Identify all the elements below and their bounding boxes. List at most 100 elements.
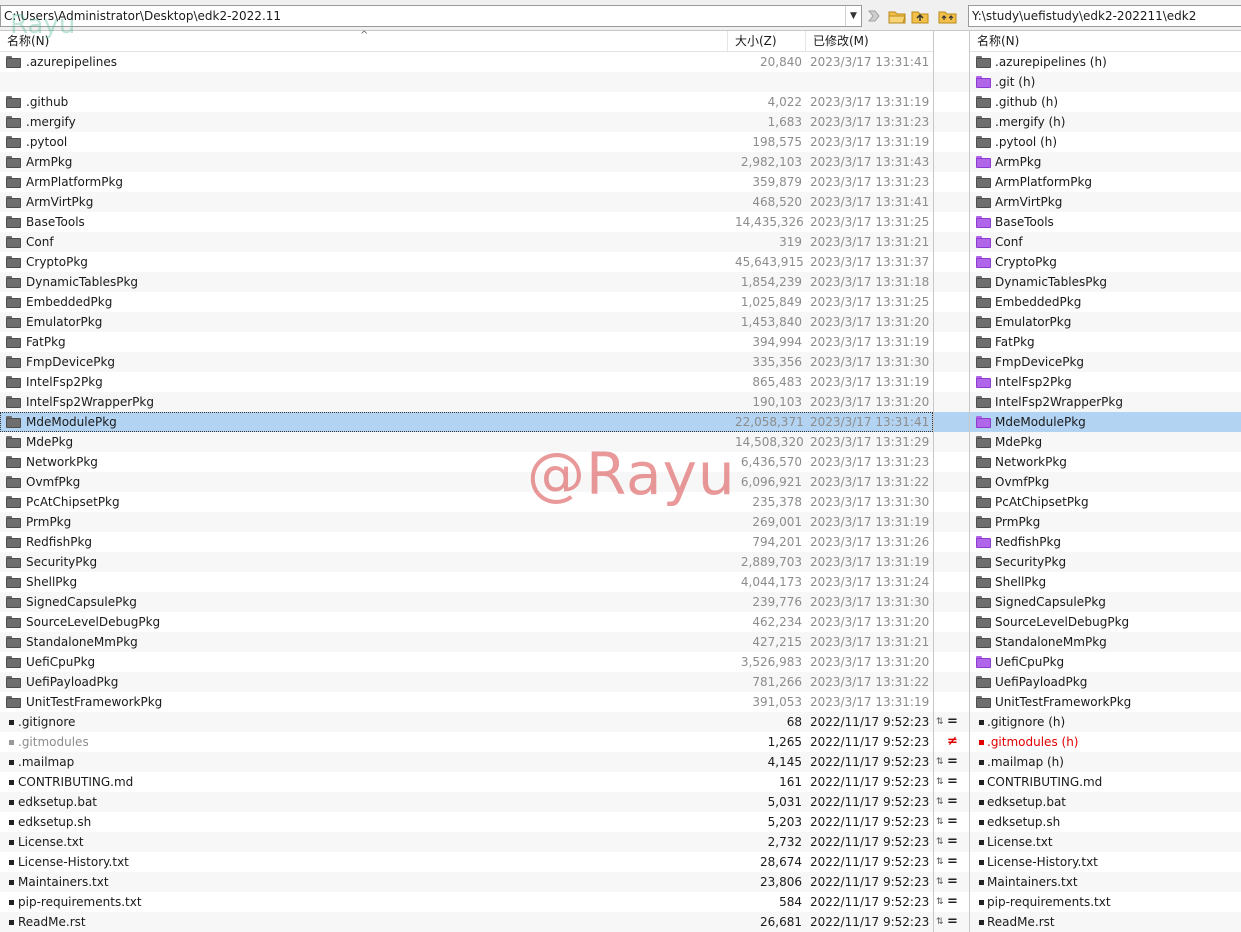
left-file-row[interactable]: edksetup.sh 5,203 2022/11/17 9:52:23 xyxy=(0,812,933,832)
right-file-row[interactable]: .git (h) xyxy=(970,72,1241,92)
right-name-column-header[interactable]: 名称(N) xyxy=(970,31,1241,51)
right-file-row[interactable]: EmulatorPkg xyxy=(970,312,1241,332)
left-file-row[interactable]: pip-requirements.txt 584 2022/11/17 9:52:2… xyxy=(0,892,933,912)
folder-icon xyxy=(6,436,21,448)
left-file-row[interactable]: PrmPkg 269,001 2023/3/17 13:31:19 xyxy=(0,512,933,532)
right-file-row[interactable]: UefiPayloadPkg xyxy=(970,672,1241,692)
right-file-row[interactable]: MdeModulePkg xyxy=(970,412,1241,432)
left-file-row[interactable]: License-History.txt 28,674 2022/11/17 9:52… xyxy=(0,852,933,872)
left-file-row[interactable]: ArmPlatformPkg 359,879 2023/3/17 13:31:23 xyxy=(0,172,933,192)
left-file-row[interactable]: .azurepipelines 20,840 2023/3/17 13:31:41 xyxy=(0,52,933,72)
right-file-row[interactable]: FmpDevicePkg xyxy=(970,352,1241,372)
right-file-row[interactable]: PcAtChipsetPkg xyxy=(970,492,1241,512)
right-file-row[interactable]: StandaloneMmPkg xyxy=(970,632,1241,652)
left-file-row[interactable]: SecurityPkg 2,889,703 2023/3/17 13:31:19 xyxy=(0,552,933,572)
left-file-row[interactable]: RedfishPkg 794,201 2023/3/17 13:31:26 xyxy=(0,532,933,552)
right-file-row[interactable]: NetworkPkg xyxy=(970,452,1241,472)
left-file-row[interactable]: .gitignore 68 2022/11/17 9:52:23 xyxy=(0,712,933,732)
left-file-row[interactable]: StandaloneMmPkg 427,215 2023/3/17 13:31:21 xyxy=(0,632,933,652)
left-file-row[interactable]: EmbeddedPkg 1,025,849 2023/3/17 13:31:25 xyxy=(0,292,933,312)
left-file-row[interactable]: BaseTools 14,435,326 2023/3/17 13:31:25 xyxy=(0,212,933,232)
left-file-row[interactable]: MdePkg 14,508,320 2023/3/17 13:31:29 xyxy=(0,432,933,452)
right-file-row[interactable]: .pytool (h) xyxy=(970,132,1241,152)
right-file-row[interactable]: EmbeddedPkg xyxy=(970,292,1241,312)
left-file-row[interactable]: CONTRIBUTING.md 161 2022/11/17 9:52:23 xyxy=(0,772,933,792)
left-file-row[interactable]: CryptoPkg 45,643,915 2023/3/17 13:31:37 xyxy=(0,252,933,272)
right-file-row[interactable]: .gitignore (h) xyxy=(970,712,1241,732)
right-file-row[interactable]: IntelFsp2WrapperPkg xyxy=(970,392,1241,412)
right-file-row[interactable]: .azurepipelines (h) xyxy=(970,52,1241,72)
right-file-row[interactable]: Maintainers.txt xyxy=(970,872,1241,892)
sync-folders-icon[interactable] xyxy=(938,7,958,25)
left-file-row[interactable]: OvmfPkg 6,096,921 2023/3/17 13:31:22 xyxy=(0,472,933,492)
right-file-row[interactable]: .github (h) xyxy=(970,92,1241,112)
open-folder-icon[interactable] xyxy=(887,7,907,25)
path-dropdown-chevron-down-icon[interactable]: ▼ xyxy=(845,6,861,26)
right-file-row[interactable]: CONTRIBUTING.md xyxy=(970,772,1241,792)
left-file-row[interactable]: FatPkg 394,994 2023/3/17 13:31:19 xyxy=(0,332,933,352)
left-file-row[interactable]: UnitTestFrameworkPkg 391,053 2023/3/17 13:… xyxy=(0,692,933,712)
right-file-row[interactable]: DynamicTablesPkg xyxy=(970,272,1241,292)
left-file-row[interactable]: ArmVirtPkg 468,520 2023/3/17 13:31:41 xyxy=(0,192,933,212)
right-file-row[interactable]: License.txt xyxy=(970,832,1241,852)
left-file-row[interactable]: UefiPayloadPkg 781,266 2023/3/17 13:31:22 xyxy=(0,672,933,692)
left-file-row[interactable]: .mailmap 4,145 2022/11/17 9:52:23 xyxy=(0,752,933,772)
left-file-row[interactable]: NetworkPkg 6,436,570 2023/3/17 13:31:23 xyxy=(0,452,933,472)
right-file-row[interactable]: edksetup.bat xyxy=(970,792,1241,812)
left-file-row[interactable] xyxy=(0,72,933,92)
go-arrow-icon[interactable] xyxy=(864,7,884,25)
left-path-input[interactable]: C:\Users\Administrator\Desktop\edk2-2022… xyxy=(0,5,862,27)
right-file-row[interactable]: CryptoPkg xyxy=(970,252,1241,272)
right-file-row[interactable]: .mergify (h) xyxy=(970,112,1241,132)
left-file-row[interactable]: UefiCpuPkg 3,526,983 2023/3/17 13:31:20 xyxy=(0,652,933,672)
left-file-row[interactable]: edksetup.bat 5,031 2022/11/17 9:52:23 xyxy=(0,792,933,812)
left-file-row[interactable]: IntelFsp2WrapperPkg 190,103 2023/3/17 13:3… xyxy=(0,392,933,412)
right-file-row[interactable]: ShellPkg xyxy=(970,572,1241,592)
left-file-row[interactable]: MdeModulePkg 22,058,371 2023/3/17 13:31:41 xyxy=(0,412,933,432)
left-file-row[interactable]: FmpDevicePkg 335,356 2023/3/17 13:31:30 xyxy=(0,352,933,372)
size-column-header[interactable]: 大小(Z) xyxy=(728,31,806,51)
left-file-row[interactable]: DynamicTablesPkg 1,854,239 2023/3/17 13:31… xyxy=(0,272,933,292)
left-file-row[interactable]: Conf 319 2023/3/17 13:31:21 xyxy=(0,232,933,252)
right-file-row[interactable]: MdePkg xyxy=(970,432,1241,452)
left-file-row[interactable]: License.txt 2,732 2022/11/17 9:52:23 xyxy=(0,832,933,852)
right-file-row[interactable]: PrmPkg xyxy=(970,512,1241,532)
right-file-row[interactable]: edksetup.sh xyxy=(970,812,1241,832)
right-file-row[interactable]: ArmPlatformPkg xyxy=(970,172,1241,192)
right-file-row[interactable]: License-History.txt xyxy=(970,852,1241,872)
left-file-row[interactable]: ShellPkg 4,044,173 2023/3/17 13:31:24 xyxy=(0,572,933,592)
name-column-header[interactable]: 名称(N) ^ xyxy=(0,30,728,51)
left-file-row[interactable]: Maintainers.txt 23,806 2022/11/17 9:52:23 xyxy=(0,872,933,892)
left-file-row[interactable]: .mergify 1,683 2023/3/17 13:31:23 xyxy=(0,112,933,132)
right-file-row[interactable]: ArmVirtPkg xyxy=(970,192,1241,212)
right-file-row[interactable]: SignedCapsulePkg xyxy=(970,592,1241,612)
left-file-row[interactable]: .pytool 198,575 2023/3/17 13:31:19 xyxy=(0,132,933,152)
left-file-row[interactable]: SignedCapsulePkg 239,776 2023/3/17 13:31:3… xyxy=(0,592,933,612)
left-file-row[interactable]: PcAtChipsetPkg 235,378 2023/3/17 13:31:30 xyxy=(0,492,933,512)
left-file-row[interactable]: ReadMe.rst 26,681 2022/11/17 9:52:23 xyxy=(0,912,933,932)
right-file-row[interactable]: OvmfPkg xyxy=(970,472,1241,492)
right-path-input[interactable]: Y:\study\uefistudy\edk2-202211\edk2 xyxy=(968,5,1241,27)
left-file-row[interactable]: .gitmodules 1,265 2022/11/17 9:52:23 xyxy=(0,732,933,752)
right-file-row[interactable]: pip-requirements.txt xyxy=(970,892,1241,912)
right-file-row[interactable]: ReadMe.rst xyxy=(970,912,1241,932)
left-file-row[interactable]: .github 4,022 2023/3/17 13:31:19 xyxy=(0,92,933,112)
right-file-row[interactable]: UnitTestFrameworkPkg xyxy=(970,692,1241,712)
left-file-row[interactable]: IntelFsp2Pkg 865,483 2023/3/17 13:31:19 xyxy=(0,372,933,392)
right-file-row[interactable]: BaseTools xyxy=(970,212,1241,232)
left-file-row[interactable]: SourceLevelDebugPkg 462,234 2023/3/17 13:3… xyxy=(0,612,933,632)
right-file-row[interactable]: UefiCpuPkg xyxy=(970,652,1241,672)
left-file-row[interactable]: EmulatorPkg 1,453,840 2023/3/17 13:31:20 xyxy=(0,312,933,332)
right-file-row[interactable]: IntelFsp2Pkg xyxy=(970,372,1241,392)
right-file-row[interactable]: .mailmap (h) xyxy=(970,752,1241,772)
right-file-row[interactable]: Conf xyxy=(970,232,1241,252)
right-file-row[interactable]: SecurityPkg xyxy=(970,552,1241,572)
right-file-row[interactable]: SourceLevelDebugPkg xyxy=(970,612,1241,632)
right-file-row[interactable]: FatPkg xyxy=(970,332,1241,352)
right-file-row[interactable]: ArmPkg xyxy=(970,152,1241,172)
right-file-row[interactable]: RedfishPkg xyxy=(970,532,1241,552)
right-file-row[interactable]: .gitmodules (h) xyxy=(970,732,1241,752)
parent-folder-icon[interactable] xyxy=(910,7,930,25)
modified-column-header[interactable]: 已修改(M) xyxy=(806,31,933,51)
left-file-row[interactable]: ArmPkg 2,982,103 2023/3/17 13:31:43 xyxy=(0,152,933,172)
